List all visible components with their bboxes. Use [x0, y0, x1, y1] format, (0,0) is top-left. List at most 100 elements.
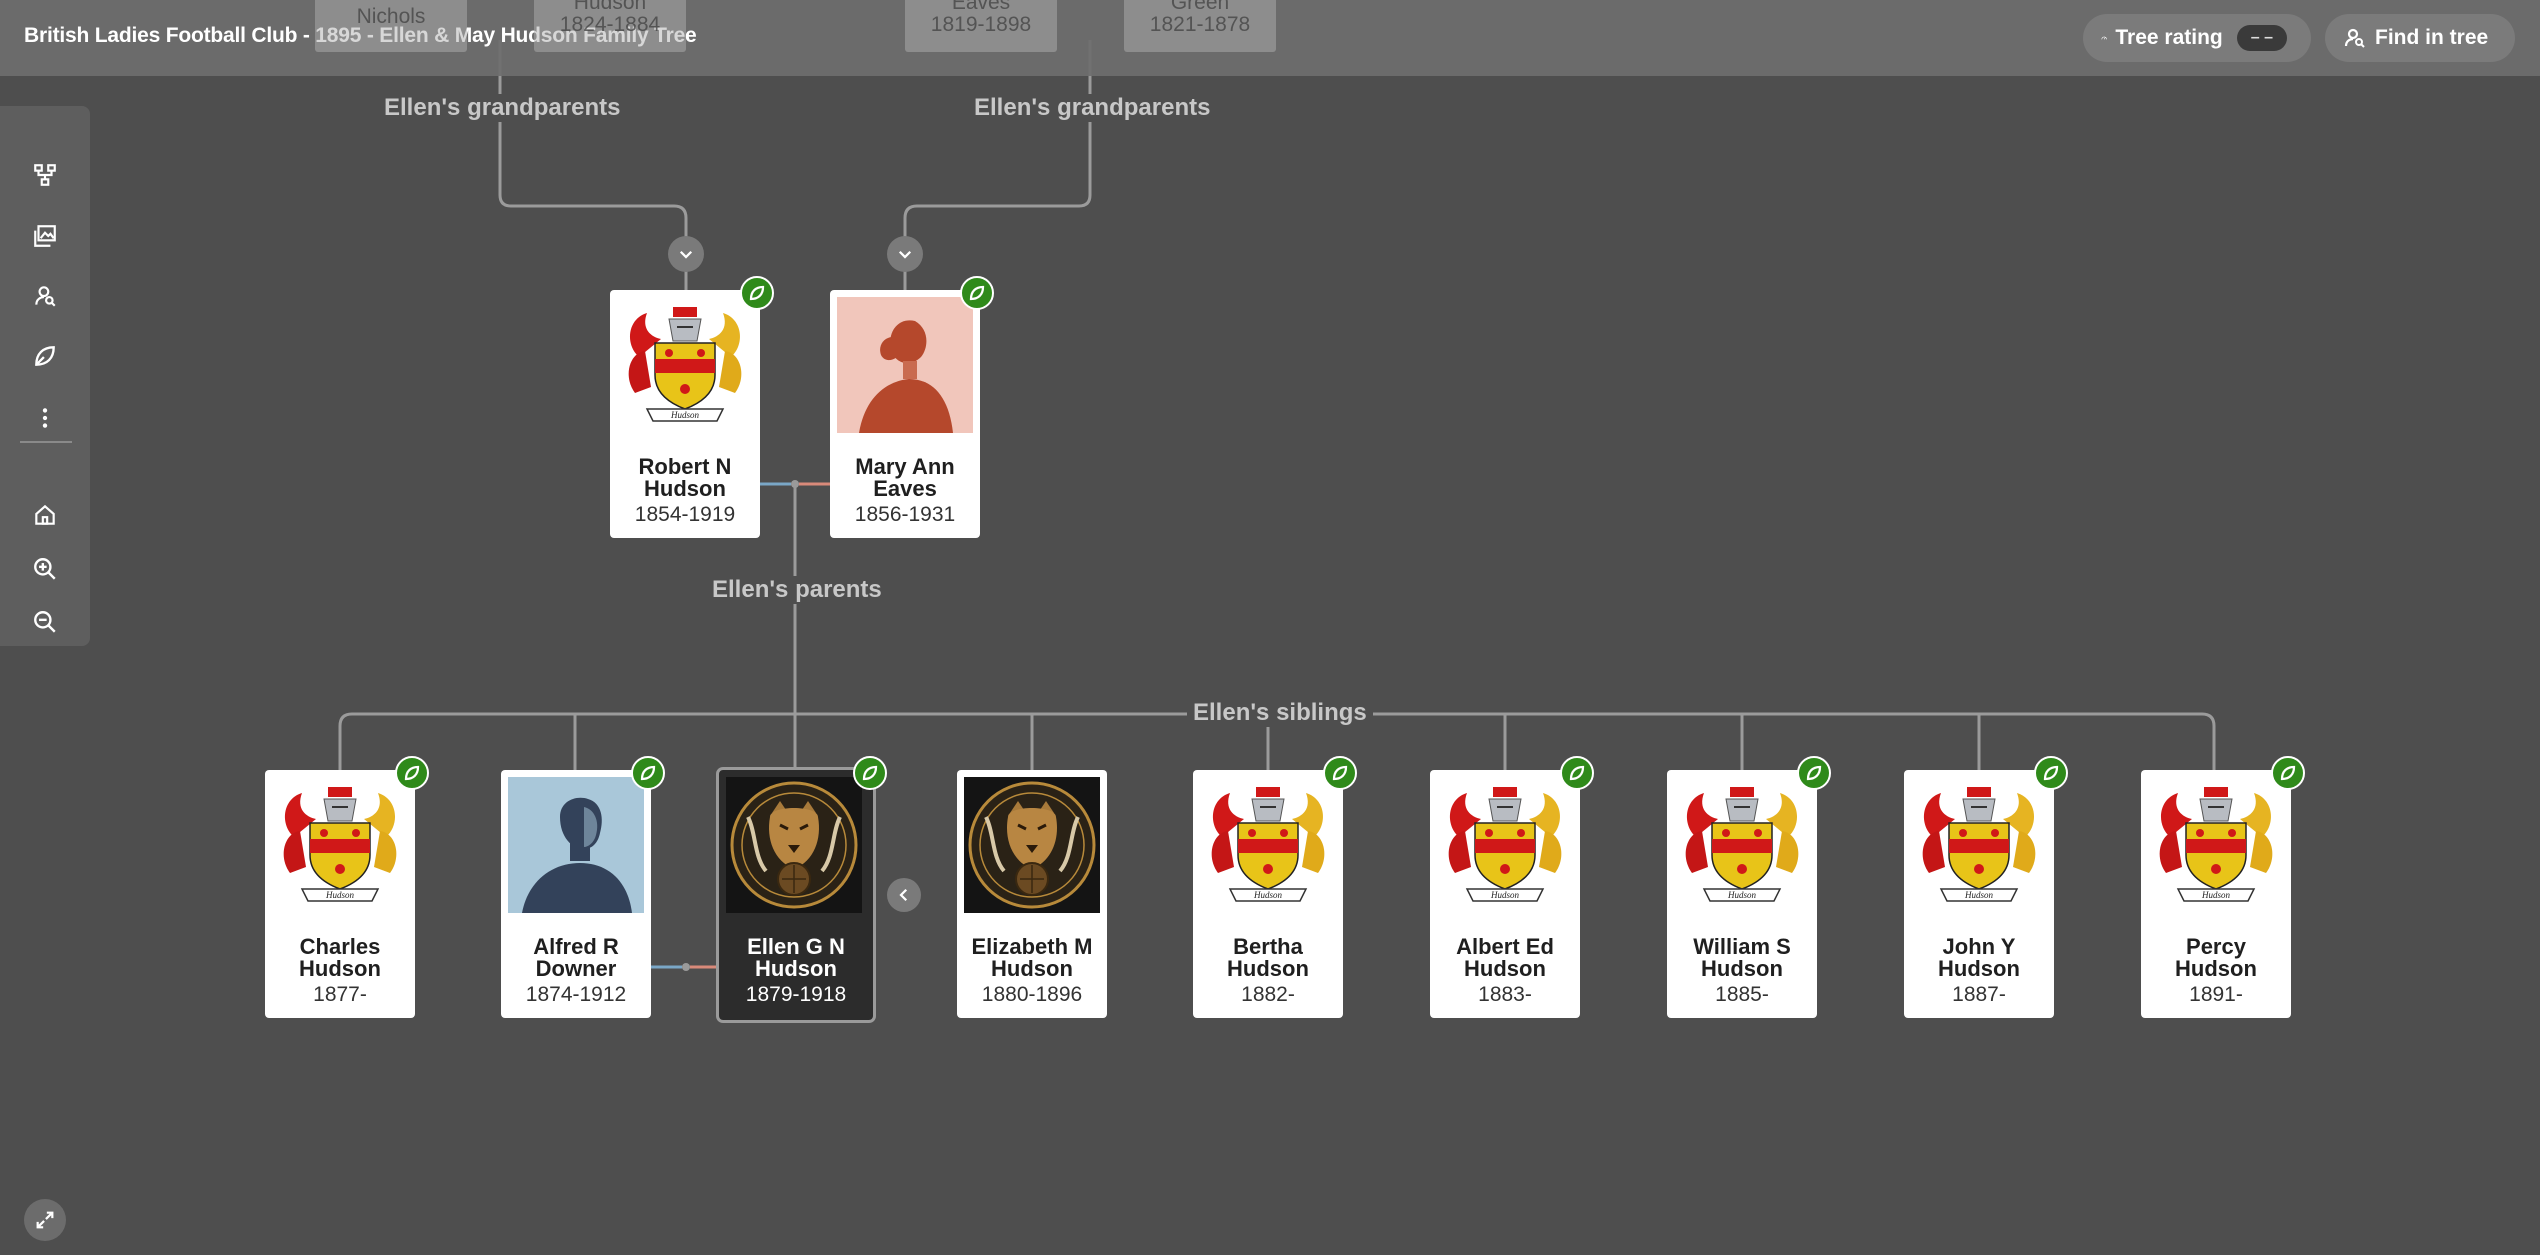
tree-connectors: [338, 40, 2216, 969]
crest-motto: Hudson: [1727, 890, 1757, 900]
person-card-ellen-g-n-hudson[interactable]: Ellen G N Hudson 1879-1918: [716, 756, 887, 1023]
label-grandparents-paternal: Ellen's grandparents: [378, 94, 627, 122]
person-search-icon: [2344, 28, 2365, 48]
lioness-badge-photo: [964, 777, 1100, 913]
chevron-down-icon: [679, 250, 693, 259]
person-name: Elizabeth M Hudson: [971, 934, 1093, 981]
coat-of-arms-photo: Hudson: [1674, 777, 1810, 913]
label-grandparents-maternal: Ellen's grandparents: [968, 94, 1217, 122]
ghost-card-eaves[interactable]: Eaves 1819-1898: [905, 0, 1057, 52]
person-card-charles-hudson[interactable]: Hudson Charles Hudson 1877-: [265, 756, 429, 1018]
leaf-hint-icon: [1569, 765, 1585, 781]
person-card-elizabeth-m-hudson[interactable]: Elizabeth M Hudson 1880-1896: [957, 770, 1107, 1018]
ghost-card-name: Nichols: [356, 5, 426, 28]
crest-motto: Hudson: [1490, 890, 1520, 900]
female-silhouette-photo: [837, 297, 973, 433]
person-card-alfred-r-downer[interactable]: Alfred R Downer 1874-1912: [501, 756, 665, 1018]
person-card-percy-hudson[interactable]: Hudson Percy Hudson 1891-: [2141, 756, 2305, 1018]
leaf-hint-icon: [969, 285, 985, 301]
leaf-hint-icon: [749, 285, 765, 301]
tree-rating-label: Tree rating: [2115, 26, 2223, 49]
leaf-hint-icon: [640, 765, 656, 781]
crest-motto: Hudson: [325, 890, 355, 900]
ghost-card-dates: 1819-1898: [930, 13, 1032, 36]
person-name: Percy Hudson: [2175, 934, 2257, 981]
person-card-bertha-hudson[interactable]: Hudson Bertha Hudson 1882-: [1193, 756, 1357, 1018]
expand-paternal-ancestors-button[interactable]: [668, 236, 704, 272]
hint-button[interactable]: [1560, 756, 1594, 790]
hint-button[interactable]: [2034, 756, 2068, 790]
crest-motto: Hudson: [670, 410, 700, 420]
male-silhouette-photo: [508, 777, 644, 913]
hint-button[interactable]: [960, 276, 994, 310]
ghost-card-green[interactable]: Green 1821-1878: [1124, 0, 1276, 52]
leaf-hint-icon: [1806, 765, 1822, 781]
hint-button[interactable]: [853, 756, 887, 790]
label-siblings: Ellen's siblings: [1187, 699, 1373, 727]
ghost-card-dates: 1821-1878: [1149, 13, 1251, 36]
crest-motto: Hudson: [1964, 890, 1994, 900]
person-name: Ellen G N Hudson: [747, 934, 845, 981]
leaf-hint-icon: [2043, 765, 2059, 781]
couple-dot-ellen: [682, 963, 690, 971]
person-name: Albert Ed Hudson: [1456, 934, 1554, 981]
person-dates: 1877-: [313, 983, 367, 1006]
gauge-icon: [2101, 36, 2107, 40]
person-card-albert-ed-hudson[interactable]: Hudson Albert Ed Hudson 1883-: [1430, 756, 1594, 1018]
hint-button[interactable]: [1323, 756, 1357, 790]
crest-motto: Hudson: [1253, 890, 1283, 900]
person-dates: 1882-: [1241, 983, 1295, 1006]
coat-of-arms-photo: Hudson: [1437, 777, 1573, 913]
coat-of-arms-photo: Hudson: [1200, 777, 1336, 913]
person-card-john-y-hudson[interactable]: Hudson John Y Hudson 1887-: [1904, 756, 2068, 1018]
person-dates: 1891-: [2189, 983, 2243, 1006]
hint-button[interactable]: [2271, 756, 2305, 790]
tree-rating-value: – –: [2236, 25, 2287, 51]
label-parents: Ellen's parents: [706, 576, 888, 604]
coat-of-arms-photo: Hudson: [2148, 777, 2284, 913]
ghost-card-hudson[interactable]: Hudson 1824-1884: [534, 0, 686, 52]
ghost-card-name: Eaves: [951, 0, 1011, 14]
leaf-hint-icon: [1332, 765, 1348, 781]
person-dates: 1854-1919: [634, 503, 736, 526]
leaf-hint-icon: [404, 765, 420, 781]
person-name: John Y Hudson: [1938, 934, 2020, 981]
leaf-hint-icon: [862, 765, 878, 781]
person-dates: 1856-1931: [854, 503, 956, 526]
coat-of-arms-photo: Hudson: [617, 297, 753, 433]
ghost-card-name: Green: [1170, 0, 1230, 14]
coat-of-arms-photo: Hudson: [1911, 777, 2047, 913]
person-dates: 1874-1912: [525, 983, 627, 1006]
person-dates: 1879-1918: [745, 983, 847, 1006]
person-name: Bertha Hudson: [1227, 934, 1309, 981]
lioness-badge-photo: [726, 777, 862, 913]
person-name: William S Hudson: [1693, 934, 1791, 981]
hint-button[interactable]: [631, 756, 665, 790]
ghost-card-name: Hudson: [573, 0, 647, 14]
crest-motto: Hudson: [2201, 890, 2231, 900]
person-dates: 1883-: [1478, 983, 1532, 1006]
ghost-card-nichols[interactable]: Nichols: [315, 0, 467, 52]
hint-button[interactable]: [395, 756, 429, 790]
collapse-siblings-button[interactable]: [887, 878, 921, 912]
person-name: Mary Ann Eaves: [855, 454, 955, 501]
person-dates: 1885-: [1715, 983, 1769, 1006]
person-card-mary-ann-eaves[interactable]: Mary Ann Eaves 1856-1931: [830, 276, 994, 538]
chevron-left-icon: [899, 888, 908, 902]
hint-button[interactable]: [1797, 756, 1831, 790]
expand-maternal-ancestors-button[interactable]: [887, 236, 923, 272]
person-dates: 1887-: [1952, 983, 2006, 1006]
person-name: Robert N Hudson: [638, 454, 732, 501]
person-name: Alfred R Downer: [533, 934, 619, 981]
couple-dot-parents: [791, 480, 799, 488]
tree-rating-button[interactable]: Tree rating – –: [2083, 14, 2311, 62]
person-card-william-s-hudson[interactable]: Hudson William S Hudson 1885-: [1667, 756, 1831, 1018]
person-name: Charles Hudson: [299, 934, 381, 981]
hint-button[interactable]: [740, 276, 774, 310]
find-in-tree-button[interactable]: Find in tree: [2325, 14, 2515, 62]
chevron-down-icon: [898, 250, 912, 259]
leaf-hint-icon: [2280, 765, 2296, 781]
person-card-robert-n-hudson[interactable]: Hudson Robert N Hudson 1854-1919: [610, 276, 774, 538]
ghost-card-dates: 1824-1884: [559, 13, 661, 36]
coat-of-arms-photo: Hudson: [272, 777, 408, 913]
